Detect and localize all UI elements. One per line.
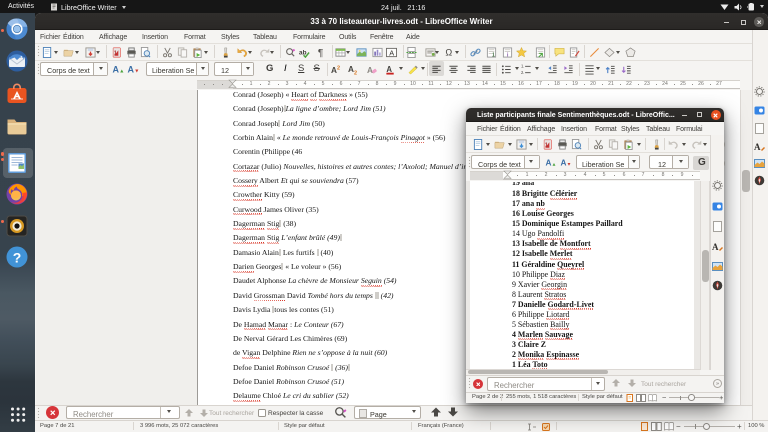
svg-text:2.: 2.: [521, 70, 524, 75]
svg-text:2: 2: [354, 70, 357, 74]
svg-text:A: A: [367, 66, 373, 75]
svg-text:Ω: Ω: [445, 47, 452, 57]
svg-text:A: A: [113, 65, 120, 75]
svg-text:ab: ab: [299, 49, 307, 56]
svg-text:1: 1: [114, 50, 117, 56]
svg-text:1.: 1.: [521, 64, 524, 69]
svg-text:?: ?: [13, 249, 22, 265]
svg-text:A: A: [386, 64, 392, 73]
svg-text:2: 2: [337, 65, 340, 71]
svg-text:1: 1: [492, 52, 495, 57]
svg-text:A: A: [389, 48, 394, 57]
svg-text:A: A: [754, 142, 761, 152]
svg-text:A: A: [127, 65, 134, 75]
svg-text:¶: ¶: [318, 48, 323, 58]
